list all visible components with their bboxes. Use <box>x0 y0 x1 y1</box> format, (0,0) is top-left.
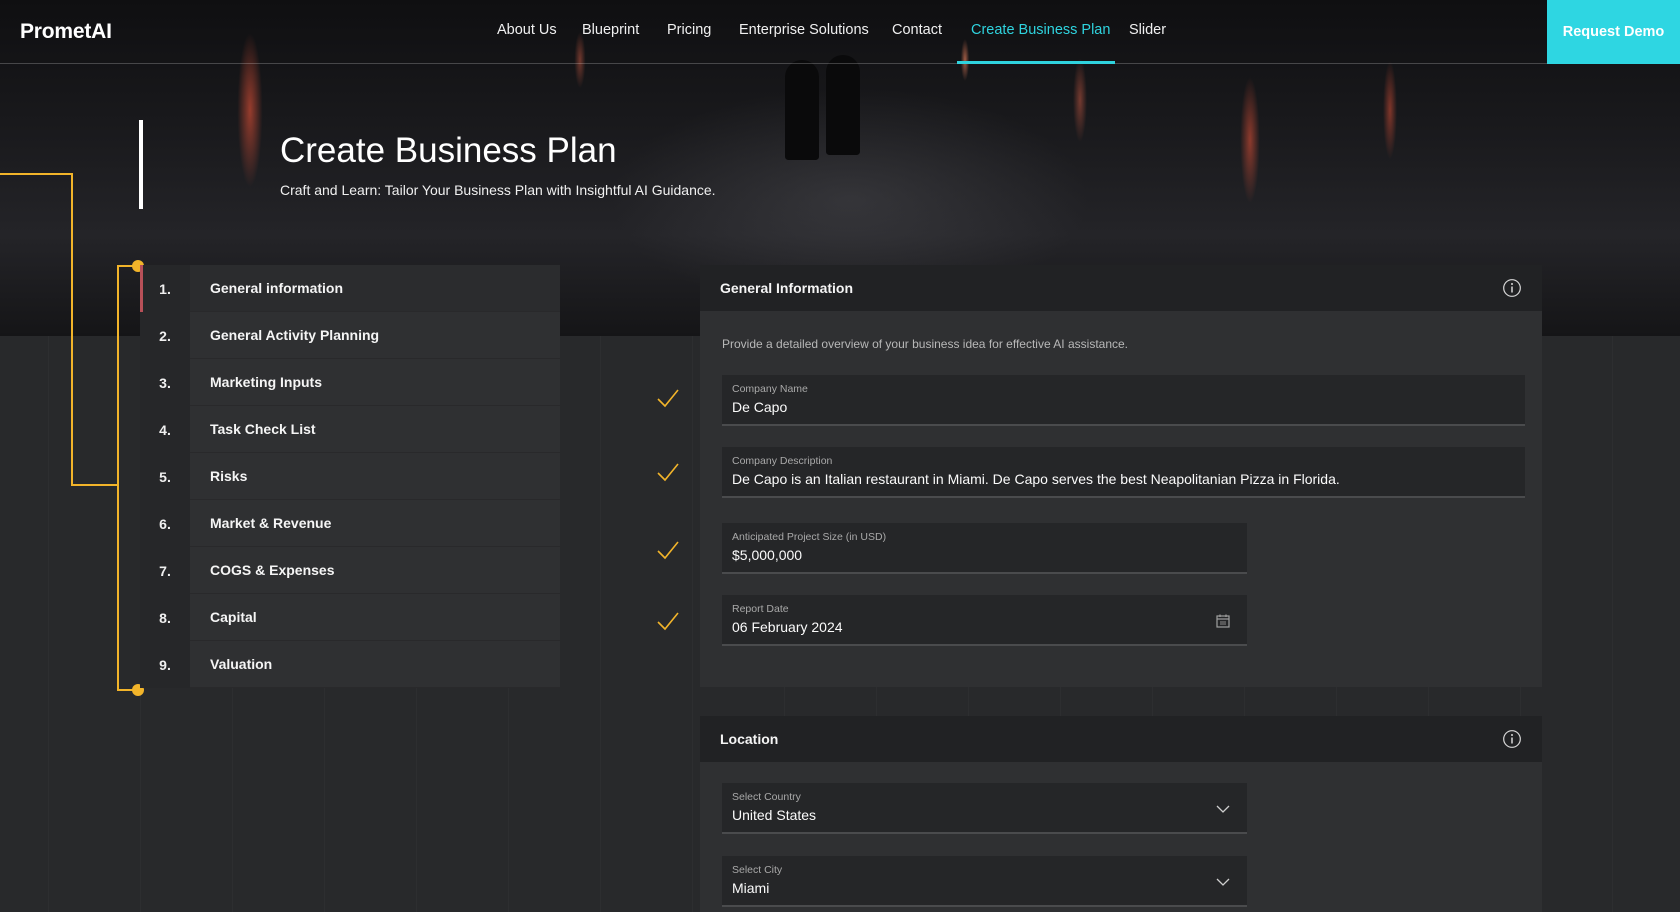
nav-link-blueprint[interactable]: Blueprint <box>582 22 639 38</box>
step-number: 7. <box>140 547 190 594</box>
step-number: 3. <box>140 359 190 406</box>
top-nav: PrometAI About Us Blueprint Pricing Ente… <box>0 0 1680 64</box>
info-icon[interactable] <box>1502 278 1522 298</box>
step-cogs-expenses[interactable]: 7. COGS & Expenses <box>140 547 560 594</box>
hero-figure <box>826 55 860 155</box>
general-information-card: General Information Provide a detailed o… <box>700 265 1542 687</box>
chevron-down-icon[interactable] <box>1215 874 1231 890</box>
step-label: Market & Revenue <box>190 500 560 547</box>
chevron-down-icon[interactable] <box>1215 801 1231 817</box>
step-general-information[interactable]: 1. General information <box>140 265 560 312</box>
check-icon <box>657 541 679 560</box>
check-icon <box>657 463 679 482</box>
step-general-activity-planning[interactable]: 2. General Activity Planning <box>140 312 560 359</box>
card-header: General Information <box>700 265 1542 311</box>
connector-line <box>71 173 73 486</box>
step-label: General Activity Planning <box>190 312 560 359</box>
field-label: Select City <box>732 864 783 876</box>
step-label: General information <box>190 265 560 312</box>
check-icon <box>657 612 679 631</box>
hero-accent-bar <box>139 120 143 209</box>
nav-link-create-business-plan[interactable]: Create Business Plan <box>971 22 1110 38</box>
nav-link-pricing[interactable]: Pricing <box>667 22 711 38</box>
card-title: Location <box>720 731 779 747</box>
card-header: Location <box>700 716 1542 762</box>
step-number: 8. <box>140 594 190 641</box>
step-label: Risks <box>190 453 560 500</box>
connector-line <box>117 265 119 691</box>
active-nav-indicator <box>957 61 1115 64</box>
step-market-revenue[interactable]: 6. Market & Revenue <box>140 500 560 547</box>
step-label: COGS & Expenses <box>190 547 560 594</box>
field-value: Miami <box>732 880 770 896</box>
nav-link-contact[interactable]: Contact <box>892 22 942 38</box>
project-size-field[interactable]: Anticipated Project Size (in USD) $5,000… <box>722 523 1247 574</box>
card-description: Provide a detailed overview of your busi… <box>722 337 1129 351</box>
nav-link-about-us[interactable]: About Us <box>497 22 557 38</box>
field-label: Report Date <box>732 603 789 615</box>
info-icon[interactable] <box>1502 729 1522 749</box>
city-select[interactable]: Select City Miami <box>722 856 1247 907</box>
step-number: 9. <box>140 641 190 688</box>
step-label: Marketing Inputs <box>190 359 560 406</box>
step-valuation[interactable]: 9. Valuation <box>140 641 560 688</box>
field-label: Select Country <box>732 791 801 803</box>
company-name-field[interactable]: Company Name De Capo <box>722 375 1525 426</box>
field-label: Anticipated Project Size (in USD) <box>732 531 887 543</box>
card-title: General Information <box>720 280 854 296</box>
step-marketing-inputs[interactable]: 3. Marketing Inputs <box>140 359 560 406</box>
check-icon <box>657 389 679 408</box>
step-number: 6. <box>140 500 190 547</box>
step-risks[interactable]: 5. Risks <box>140 453 560 500</box>
connector-line <box>71 484 119 486</box>
hero-figure <box>785 60 819 160</box>
step-number: 4. <box>140 406 190 453</box>
logo[interactable]: PrometAI <box>20 20 112 44</box>
steps-list: 1. General information 2. General Activi… <box>140 265 560 688</box>
company-description-field[interactable]: Company Description De Capo is an Italia… <box>722 447 1525 498</box>
step-label: Task Check List <box>190 406 560 453</box>
nav-link-slider[interactable]: Slider <box>1129 22 1166 38</box>
field-value: De Capo <box>732 399 788 415</box>
page-subtitle: Craft and Learn: Tailor Your Business Pl… <box>280 182 716 198</box>
request-demo-button[interactable]: Request Demo <box>1547 0 1680 64</box>
step-number: 5. <box>140 453 190 500</box>
connector-line <box>0 173 73 175</box>
field-value: 06 February 2024 <box>732 619 843 635</box>
calendar-icon[interactable] <box>1215 613 1231 629</box>
field-value: United States <box>732 807 817 823</box>
step-number: 1. <box>140 265 190 312</box>
page-title: Create Business Plan <box>280 131 617 170</box>
step-label: Capital <box>190 594 560 641</box>
step-task-check-list[interactable]: 4. Task Check List <box>140 406 560 453</box>
country-select[interactable]: Select Country United States <box>722 783 1247 834</box>
step-label: Valuation <box>190 641 560 688</box>
field-value: $5,000,000 <box>732 547 803 563</box>
location-card: Location Select Country United States Se… <box>700 716 1542 912</box>
field-label: Company Description <box>732 455 833 467</box>
step-capital[interactable]: 8. Capital <box>140 594 560 641</box>
report-date-field[interactable]: Report Date 06 February 2024 <box>722 595 1247 646</box>
step-number: 2. <box>140 312 190 359</box>
nav-link-enterprise-solutions[interactable]: Enterprise Solutions <box>739 22 869 38</box>
field-label: Company Name <box>732 383 808 395</box>
field-value: De Capo is an Italian restaurant in Miam… <box>732 471 1340 487</box>
